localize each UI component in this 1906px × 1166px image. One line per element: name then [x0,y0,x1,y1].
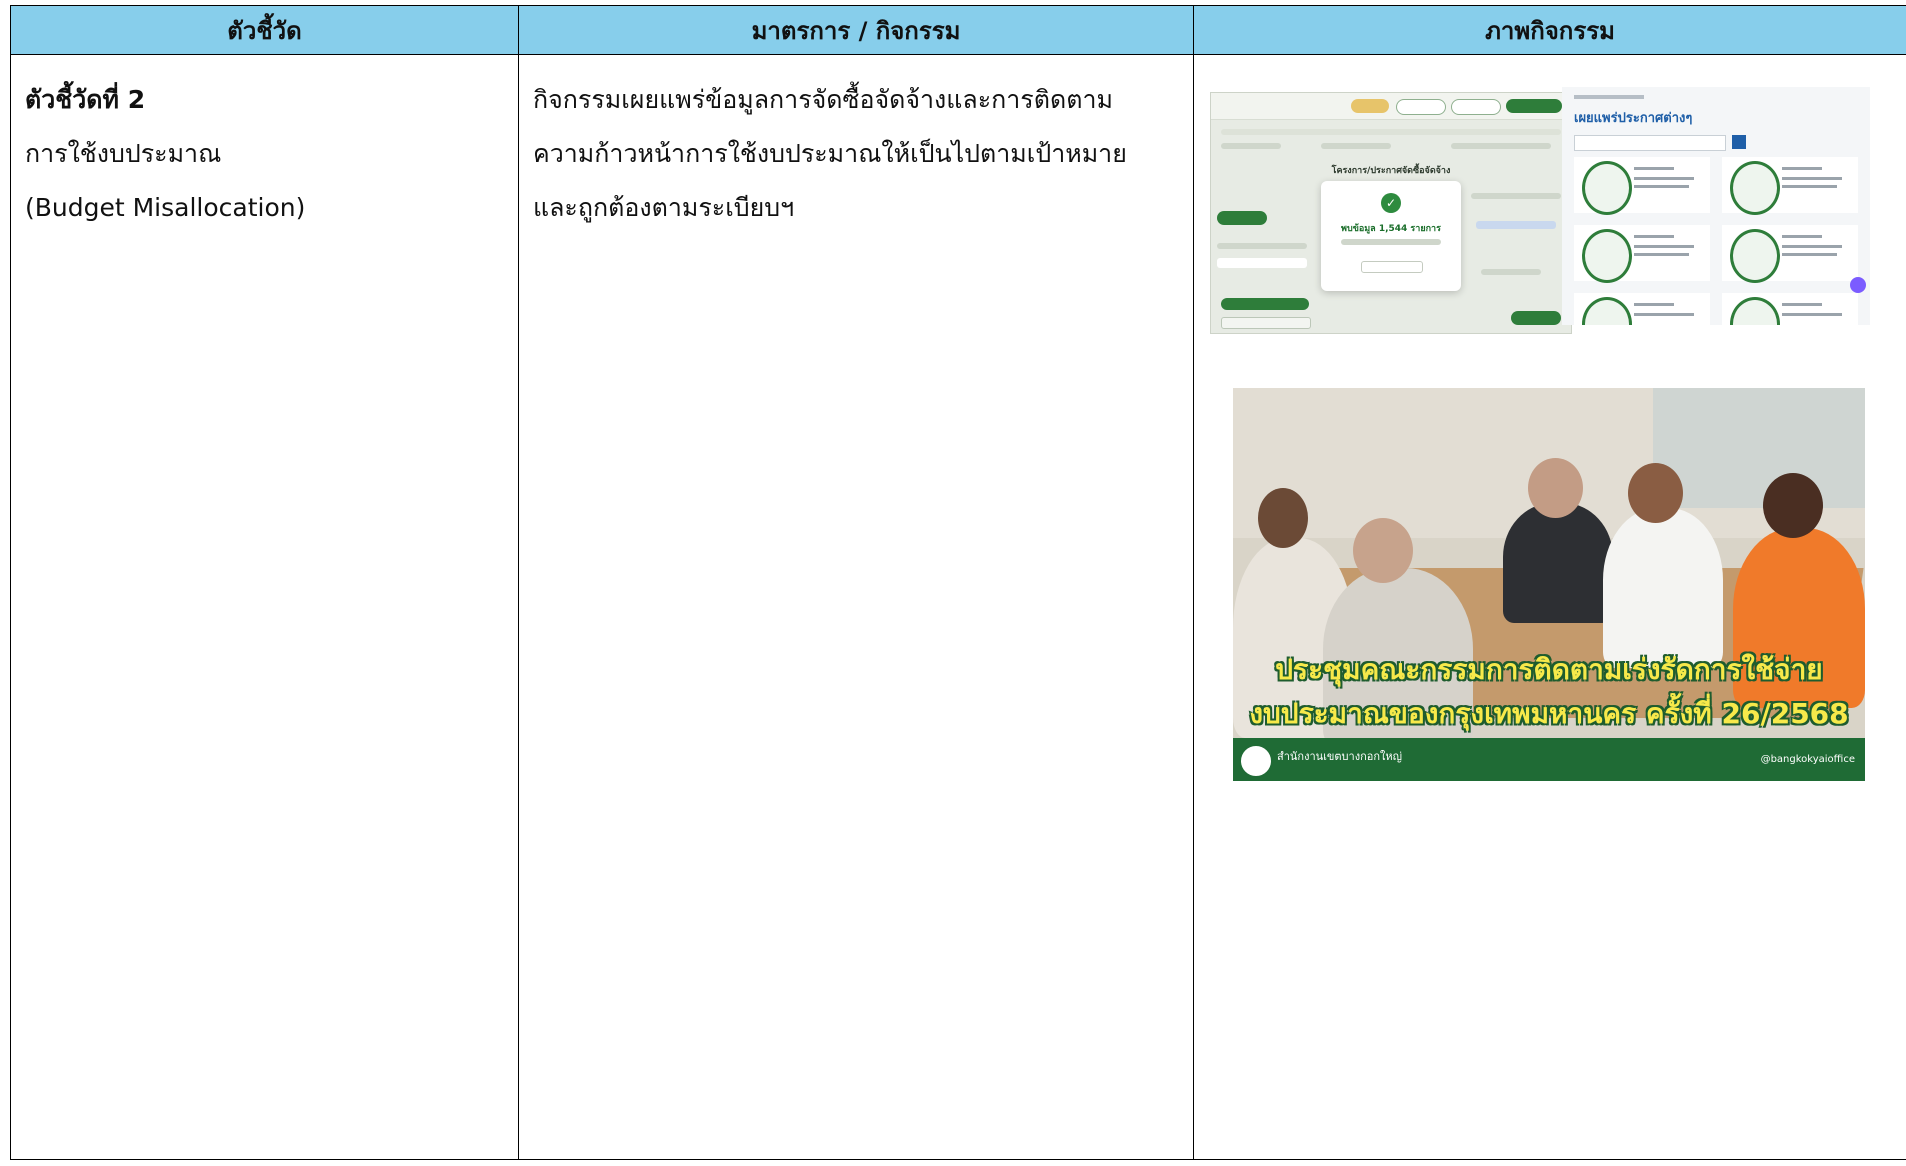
header-images: ภาพกิจกรรม [1193,5,1906,55]
indicator-table: ตัวชี้วัด มาตรการ / กิจกรรม ภาพกิจกรรม ต… [10,5,1906,1160]
meeting-photo: ประชุมคณะกรรมการติดตามเร่งรัดการใช้จ่าย … [1233,388,1865,781]
announcements-screenshot: เผยแพร่ประกาศต่างๆ [1562,87,1870,325]
activity-line-2: ความก้าวหน้าการใช้งบประมาณให้เป็นไปตามเป… [533,139,1127,168]
check-icon: ✓ [1381,193,1401,213]
announcements-heading: เผยแพร่ประกาศต่างๆ [1574,111,1693,126]
seal-icon [1582,229,1632,283]
activity-cell: กิจกรรมเผยแพร่ข้อมูลการจัดซื้อจัดจ้างและ… [518,54,1194,1160]
activity-line-1: กิจกรรมเผยแพร่ข้อมูลการจัดซื้อจัดจ้างและ… [533,85,1113,114]
seal-icon [1582,161,1632,215]
procurement-screenshot: โครงการ/ประกาศจัดซื้อจัดจ้าง ✓ พบข้อมูล … [1210,92,1572,334]
table-row: ตัวชี้วัดที่ 2 การใช้งบประมาณ (Budget Mi… [10,54,1906,1160]
header-activity: มาตรการ / กิจกรรม [518,5,1194,55]
indicator-cell: ตัวชี้วัดที่ 2 การใช้งบประมาณ (Budget Mi… [10,54,519,1160]
bma-logo [1239,744,1273,778]
announcements-search [1574,135,1726,151]
activity-line-3: และถูกต้องตามระเบียบฯ [533,193,795,222]
messenger-icon [1850,277,1866,293]
table-header-row: ตัวชี้วัด มาตรการ / กิจกรรม ภาพกิจกรรม [10,5,1906,55]
result-count: พบข้อมูล 1,544 รายการ [1341,224,1441,234]
seal-icon [1730,297,1780,325]
photo-caption-line-1: ประชุมคณะกรรมการติดตามเร่งรัดการใช้จ่าย [1275,653,1823,686]
screenshot-topbar [1211,93,1571,120]
search-icon [1732,135,1746,149]
header-indicator: ตัวชี้วัด [10,5,519,55]
indicator-table-wrap: ตัวชี้วัด มาตรการ / กิจกรรม ภาพกิจกรรม ต… [10,5,1906,1166]
indicator-name-en: (Budget Misallocation) [25,193,306,222]
seal-icon [1730,229,1780,283]
photo-footer: สำนักงานเขตบางกอกใหญ่ @bangkokyaioffice [1233,738,1865,781]
result-modal: ✓ พบข้อมูล 1,544 รายการ [1321,181,1461,291]
footer-org: สำนักงานเขตบางกอกใหญ่ [1277,750,1403,763]
indicator-name-th: การใช้งบประมาณ [25,139,222,168]
photo-caption-line-2: งบประมาณของกรุงเทพมหานคร ครั้งที่ 26/256… [1249,697,1849,730]
procurement-page-title: โครงการ/ประกาศจัดซื้อจัดจ้าง [1331,166,1451,176]
seal-icon [1730,161,1780,215]
indicator-title: ตัวชี้วัดที่ 2 [25,85,146,114]
seal-icon [1582,297,1632,325]
footer-social: @bangkokyaioffice [1760,754,1855,765]
images-cell: โครงการ/ประกาศจัดซื้อจัดจ้าง ✓ พบข้อมูล … [1193,54,1906,1160]
photo-caption: ประชุมคณะกรรมการติดตามเร่งรัดการใช้จ่าย … [1233,648,1865,736]
